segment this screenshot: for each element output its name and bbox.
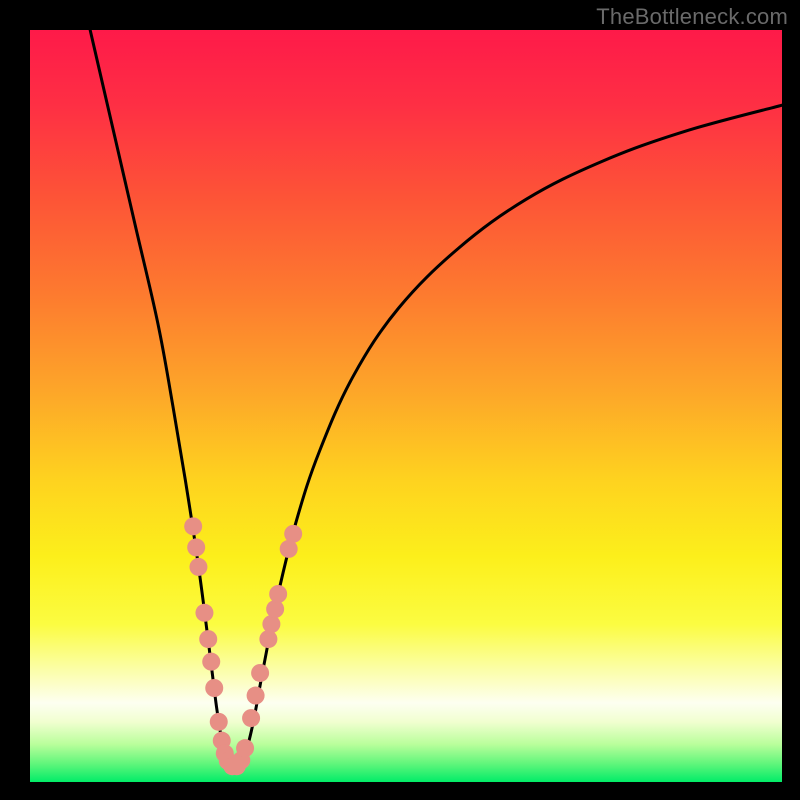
marker-point (205, 679, 223, 697)
marker-point (259, 630, 277, 648)
marker-point (251, 664, 269, 682)
marker-point (236, 739, 254, 757)
marker-point (195, 604, 213, 622)
marker-point (269, 585, 287, 603)
marker-point (247, 687, 265, 705)
marker-point (202, 653, 220, 671)
marker-point (266, 600, 284, 618)
marker-point (210, 713, 228, 731)
marker-point (189, 558, 207, 576)
plot-area (30, 30, 782, 782)
marker-point (262, 615, 280, 633)
chart-svg (30, 30, 782, 782)
marker-point (187, 538, 205, 556)
marker-point (184, 517, 202, 535)
marker-point (284, 525, 302, 543)
marker-point (242, 709, 260, 727)
gradient-background (30, 30, 782, 782)
chart-frame: TheBottleneck.com (0, 0, 800, 800)
marker-point (199, 630, 217, 648)
watermark-text: TheBottleneck.com (596, 4, 788, 30)
